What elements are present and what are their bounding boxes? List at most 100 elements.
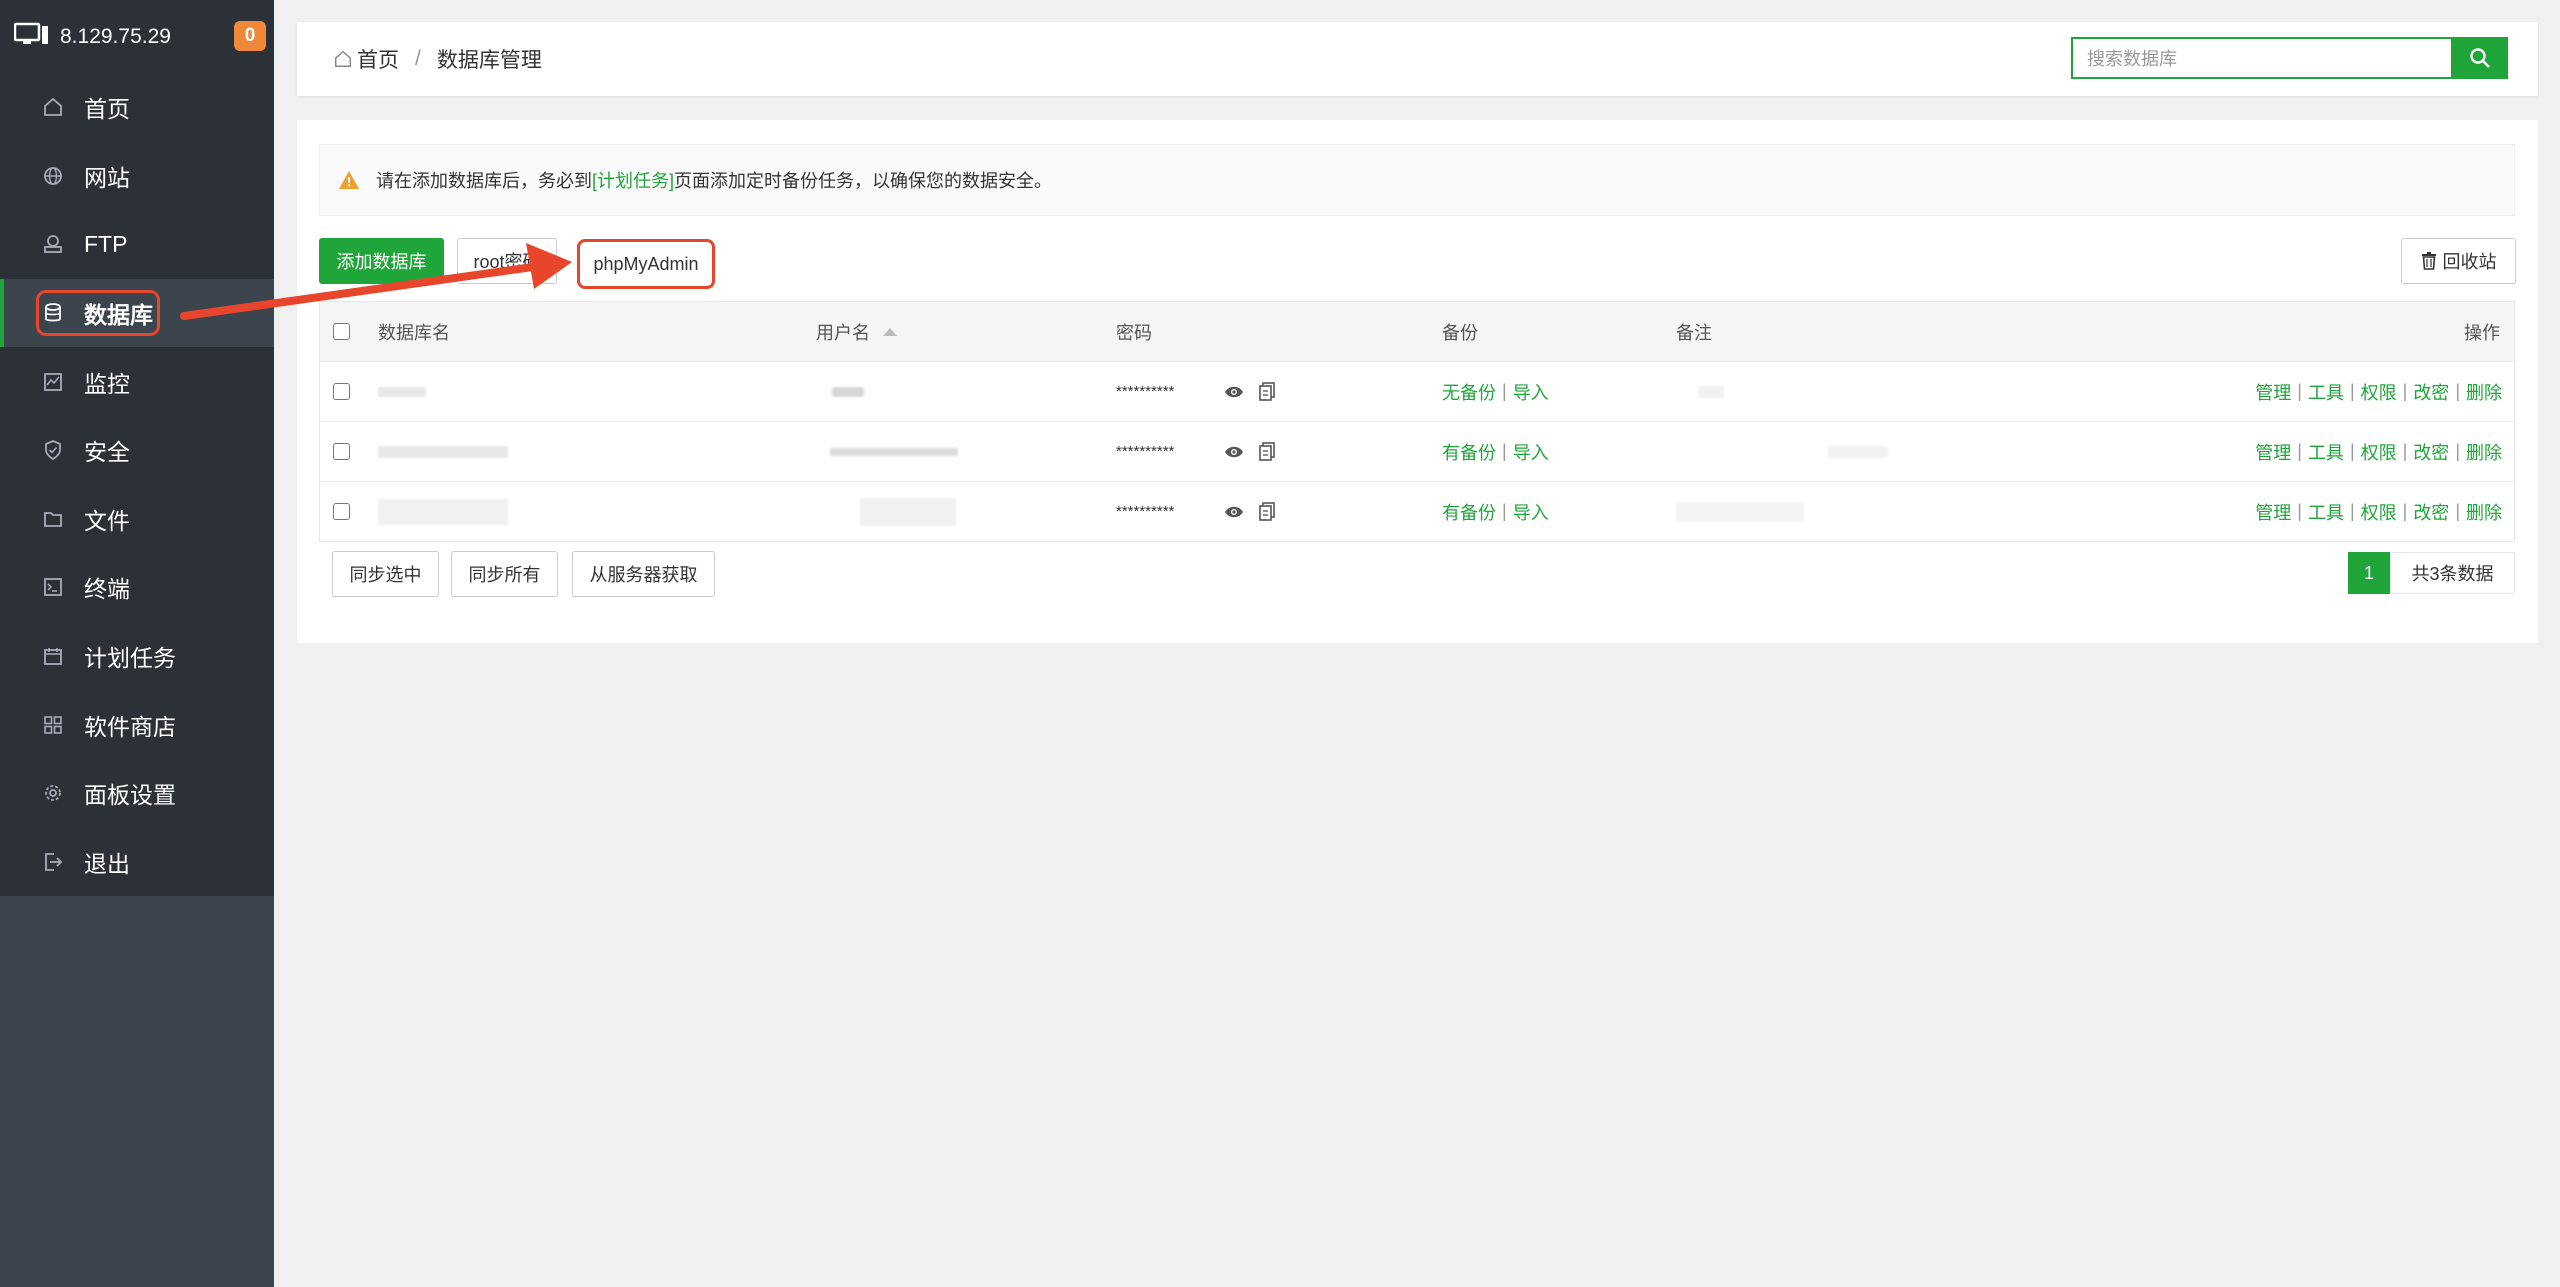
sidebar-item-files[interactable]: 文件 [0,485,274,554]
import-link[interactable]: 导入 [1513,439,1549,465]
sidebar-item-label: FTP [84,230,128,257]
warning-icon [338,170,360,190]
breadcrumb-current: 数据库管理 [436,49,542,72]
sidebar: 8.129.75.29 0 首页 网站 FTP 数据库 监控 安全 文件 终端 … [0,0,274,1287]
row-checkbox[interactable] [333,503,350,520]
gear-icon [40,780,66,806]
backup-status-link[interactable]: 无备份 [1442,379,1496,405]
show-password-icon[interactable] [1224,422,1244,481]
root-password-button[interactable]: root密码 [457,238,557,284]
add-database-button[interactable]: 添加数据库 [319,238,444,284]
db-name-redacted [378,482,508,541]
table-row: ********** 无备份 | 导入 管理 | 工具 | 权限 | 改密 | 删除 [320,362,2514,422]
col-username-label: 用户名 [816,322,870,343]
manage-link[interactable]: 管理 [2255,499,2291,525]
table-row: ********** 有备份 | 导入 管理 | 工具 | 权限 | 改密 | 删除 [320,482,2514,541]
change-password-link[interactable]: 改密 [2413,439,2449,465]
monitor-icon [40,369,66,395]
sidebar-item-cron[interactable]: 计划任务 [0,622,274,691]
manage-link[interactable]: 管理 [2255,439,2291,465]
cron-task-link[interactable]: [计划任务] [592,167,674,193]
annotation-highlight-database [36,289,160,336]
sort-up-icon [882,327,898,337]
sidebar-item-app-store[interactable]: 软件商店 [0,690,274,759]
home-icon [333,49,353,69]
show-password-icon[interactable] [1224,362,1244,421]
annotation-highlight-phpmyadmin [577,239,715,289]
delete-link[interactable]: 删除 [2466,499,2502,525]
copy-password-icon[interactable] [1258,362,1276,421]
manage-link[interactable]: 管理 [2255,379,2291,405]
pagination-current-page[interactable]: 1 [2348,552,2390,594]
note-redacted [1676,482,1804,541]
server-header: 8.129.75.29 0 [0,0,274,73]
sync-selected-button[interactable]: 同步选中 [332,551,439,597]
copy-password-icon[interactable] [1258,422,1276,481]
permissions-link[interactable]: 权限 [2361,439,2397,465]
backup-status-link[interactable]: 有备份 [1442,499,1496,525]
page-header: 首页 / 数据库管理 搜索数据库 [297,22,2538,96]
folder-icon [40,506,66,532]
tools-link[interactable]: 工具 [2308,379,2344,405]
tools-link[interactable]: 工具 [2308,439,2344,465]
sidebar-item-website[interactable]: 网站 [0,142,274,211]
notification-badge[interactable]: 0 [234,21,266,51]
sidebar-item-database[interactable]: 数据库 [0,278,274,348]
db-name-redacted [378,362,426,421]
sidebar-item-label: 网站 [84,164,130,191]
permissions-link[interactable]: 权限 [2361,379,2397,405]
sidebar-item-label: 软件商店 [84,713,176,740]
row-checkbox[interactable] [333,383,350,400]
password-masked: ********** [1116,383,1175,400]
db-name-redacted [378,422,508,481]
permissions-link[interactable]: 权限 [2361,499,2397,525]
col-actions: 操作 [2464,322,2500,343]
sidebar-item-monitor[interactable]: 监控 [0,347,274,416]
server-ip: 8.129.75.29 [60,24,171,48]
notice-text: 请在添加数据库后，务必到 [376,171,592,191]
import-link[interactable]: 导入 [1513,379,1549,405]
backup-status-link[interactable]: 有备份 [1442,439,1496,465]
search-button[interactable] [2452,37,2508,79]
sidebar-item-ftp[interactable]: FTP [0,210,274,279]
breadcrumb-home[interactable]: 首页 [357,44,399,74]
password-masked: ********** [1116,503,1175,520]
sidebar-item-label: 监控 [84,370,130,397]
row-actions: 管理 | 工具 | 权限 | 改密 | 删除 [2255,362,2502,421]
row-checkbox[interactable] [333,443,350,460]
note-redacted [1698,362,1724,421]
select-all-checkbox[interactable] [333,323,350,340]
server-monitor-icon [13,22,50,51]
username-redacted [830,422,958,481]
show-password-icon[interactable] [1224,482,1244,541]
sidebar-item-label: 文件 [84,507,130,534]
sidebar-menu: 首页 网站 FTP 数据库 监控 安全 文件 终端 计划任务 软件商店 面板设置… [0,73,274,897]
username-redacted [860,482,956,541]
copy-password-icon[interactable] [1258,482,1276,541]
table-row: ********** 有备份 | 导入 管理 | 工具 | 权限 | 改密 | 删除 [320,422,2514,482]
delete-link[interactable]: 删除 [2466,379,2502,405]
sync-all-button[interactable]: 同步所有 [451,551,558,597]
sidebar-item-panel-settings[interactable]: 面板设置 [0,759,274,828]
backup-notice: 请在添加数据库后，务必到 [计划任务] 页面添加定时备份任务，以确保您的数据安全。 [319,144,2515,216]
password-masked: ********** [1116,443,1175,460]
change-password-link[interactable]: 改密 [2413,379,2449,405]
col-username[interactable]: 用户名 [816,302,898,361]
database-table: 数据库名 用户名 密码 备份 备注 操作 ********** 无备份|导入 [319,301,2515,542]
search-input[interactable]: 搜索数据库 [2071,37,2453,79]
table-header: 数据库名 用户名 密码 备份 备注 操作 [320,302,2514,362]
logout-icon [40,849,66,875]
sidebar-item-home[interactable]: 首页 [0,73,274,142]
sidebar-item-logout[interactable]: 退出 [0,828,274,897]
sidebar-item-terminal[interactable]: 终端 [0,553,274,622]
import-link[interactable]: 导入 [1513,499,1549,525]
tools-link[interactable]: 工具 [2308,499,2344,525]
sidebar-item-security[interactable]: 安全 [0,416,274,485]
fetch-from-server-button[interactable]: 从服务器获取 [572,551,715,597]
breadcrumb-separator: / [415,47,421,70]
recycle-bin-button[interactable]: 回收站 [2401,238,2516,284]
database-panel: 请在添加数据库后，务必到 [计划任务] 页面添加定时备份任务，以确保您的数据安全。 … [297,120,2538,643]
delete-link[interactable]: 删除 [2466,439,2502,465]
change-password-link[interactable]: 改密 [2413,499,2449,525]
shield-icon [40,437,66,463]
